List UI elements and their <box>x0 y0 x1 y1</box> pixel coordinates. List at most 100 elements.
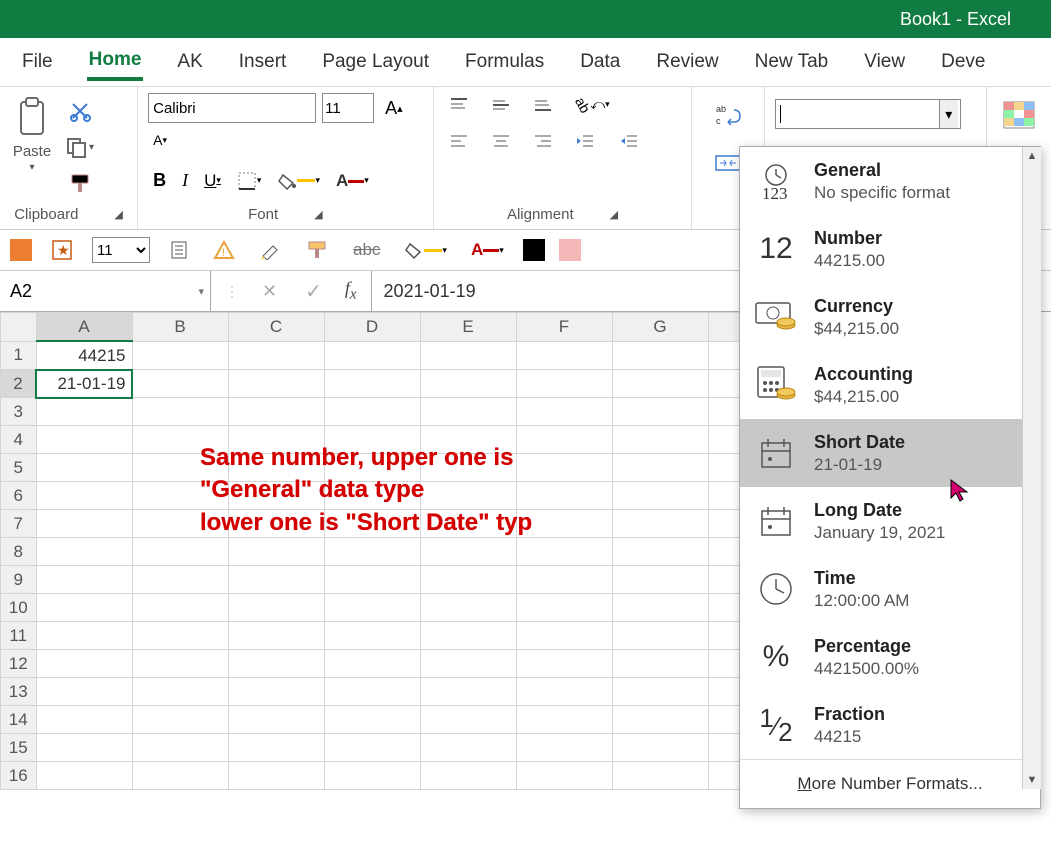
row-header-11[interactable]: 11 <box>1 622 37 650</box>
font-name-select[interactable] <box>148 93 316 123</box>
row-header-6[interactable]: 6 <box>1 482 37 510</box>
row-header-14[interactable]: 14 <box>1 706 37 734</box>
conditional-formatting-button[interactable] <box>997 97 1041 133</box>
cancel-formula-button[interactable]: ✕ <box>257 278 282 305</box>
paste-button[interactable] <box>10 93 54 141</box>
qat-color-orange[interactable] <box>10 239 32 261</box>
row-header-16[interactable]: 16 <box>1 762 37 790</box>
row-header-15[interactable]: 15 <box>1 734 37 762</box>
copy-button[interactable]: ▾ <box>60 133 99 161</box>
row-header-8[interactable]: 8 <box>1 538 37 566</box>
increase-indent-button[interactable] <box>614 130 644 152</box>
row-header-10[interactable]: 10 <box>1 594 37 622</box>
format-option-currency[interactable]: Currency $44,215.00 <box>740 283 1040 351</box>
col-header-d[interactable]: D <box>324 313 420 342</box>
tab-ak[interactable]: AK <box>175 45 204 79</box>
cell-a2[interactable]: 21-01-19 <box>36 370 132 398</box>
align-left-button[interactable] <box>444 130 472 152</box>
tab-page-layout[interactable]: Page Layout <box>320 45 431 79</box>
clipboard-launcher[interactable]: ◢ <box>114 208 122 221</box>
cut-button[interactable] <box>60 97 99 125</box>
qat-fontcolor2-button[interactable]: A ▾ <box>466 237 509 263</box>
format-option-accounting[interactable]: Accounting $44,215.00 <box>740 351 1040 419</box>
row-header-7[interactable]: 7 <box>1 510 37 538</box>
tab-developer[interactable]: Deve <box>939 45 987 79</box>
expand-handle[interactable]: ⋮ <box>225 283 239 300</box>
number-format-combo[interactable]: ▾ <box>775 99 961 129</box>
row-header-4[interactable]: 4 <box>1 426 37 454</box>
tab-view[interactable]: View <box>862 45 907 79</box>
align-middle-button[interactable] <box>486 94 514 116</box>
row-header-12[interactable]: 12 <box>1 650 37 678</box>
qat-strike-button[interactable]: abc <box>348 237 385 263</box>
paste-dropdown[interactable]: ▾ <box>29 162 34 173</box>
row-header-3[interactable]: 3 <box>1 398 37 426</box>
more-number-formats[interactable]: More Number Formats... <box>740 759 1040 808</box>
fill-color-button[interactable]: ▾ <box>272 168 325 194</box>
name-box[interactable]: A2 ▾ <box>0 271 211 311</box>
align-top-button[interactable] <box>444 94 472 116</box>
tab-data[interactable]: Data <box>578 45 622 79</box>
row-header-5[interactable]: 5 <box>1 454 37 482</box>
format-option-general[interactable]: 123 General No specific format <box>740 147 1040 215</box>
align-right-button[interactable] <box>528 130 556 152</box>
format-painter-button[interactable] <box>60 169 99 197</box>
font-launcher[interactable]: ◢ <box>314 208 322 221</box>
fx-icon[interactable]: fx <box>345 278 357 304</box>
scroll-down-arrow[interactable]: ▼ <box>1024 771 1041 789</box>
row-header-1[interactable]: 1 <box>1 341 37 370</box>
col-header-a[interactable]: A <box>36 313 132 342</box>
qat-form-button[interactable] <box>164 237 194 263</box>
bold-button[interactable]: B <box>148 167 171 194</box>
tab-file[interactable]: File <box>20 45 55 79</box>
format-option-shortdate[interactable]: Short Date 21-01-19 <box>740 419 1040 487</box>
row-header-13[interactable]: 13 <box>1 678 37 706</box>
row-header-2[interactable]: 2 <box>1 370 37 398</box>
decrease-font-button[interactable]: A▾ <box>148 129 172 151</box>
italic-button[interactable]: I <box>177 167 193 194</box>
format-option-time[interactable]: Time 12:00:00 AM <box>740 555 1040 623</box>
qat-highlight-button[interactable] <box>254 237 286 263</box>
number-format-dropdown-arrow[interactable]: ▾ <box>939 100 958 128</box>
format-option-percentage[interactable]: % Percentage 4421500.00% <box>740 623 1040 691</box>
font-color-button[interactable]: A ▾ <box>331 168 374 194</box>
col-header-f[interactable]: F <box>516 313 612 342</box>
format-option-fraction[interactable]: 1⁄2 Fraction 44215 <box>740 691 1040 759</box>
wrap-text-button[interactable]: abc <box>709 99 747 129</box>
align-bottom-button[interactable] <box>528 94 556 116</box>
col-header-b[interactable]: B <box>132 313 228 342</box>
qat-color-black[interactable] <box>523 239 545 261</box>
tab-formulas[interactable]: Formulas <box>463 45 546 79</box>
accept-formula-button[interactable]: ✓ <box>300 276 327 307</box>
group-alignment-label: Alignment <box>507 206 574 223</box>
qat-fill2-button[interactable]: ▾ <box>399 237 452 263</box>
alignment-launcher[interactable]: ◢ <box>610 208 618 221</box>
qat-color-pink[interactable] <box>559 239 581 261</box>
qat-brush-button[interactable] <box>300 237 334 263</box>
col-header-c[interactable]: C <box>228 313 324 342</box>
dropdown-scrollbar[interactable]: ▲ ▼ <box>1022 147 1041 789</box>
align-center-button[interactable] <box>486 130 514 152</box>
select-all-corner[interactable] <box>1 313 37 342</box>
format-option-number[interactable]: 12 Number 44215.00 <box>740 215 1040 283</box>
tab-insert[interactable]: Insert <box>237 45 289 79</box>
borders-button[interactable]: ▾ <box>232 168 267 194</box>
name-box-dropdown[interactable]: ▾ <box>198 285 204 298</box>
col-header-e[interactable]: E <box>420 313 516 342</box>
orientation-button[interactable]: ab⤺ ▾ <box>570 93 615 116</box>
qat-size-select[interactable]: 11 <box>92 237 150 263</box>
tab-review[interactable]: Review <box>654 45 720 79</box>
qat-warning-button[interactable]: ! <box>208 237 240 263</box>
increase-font-button[interactable]: A▴ <box>380 95 408 122</box>
tab-new-tab[interactable]: New Tab <box>753 45 831 79</box>
col-header-g[interactable]: G <box>612 313 708 342</box>
decrease-indent-button[interactable] <box>570 130 600 152</box>
row-header-9[interactable]: 9 <box>1 566 37 594</box>
format-option-longdate[interactable]: Long Date January 19, 2021 <box>740 487 1040 555</box>
tab-home[interactable]: Home <box>87 43 144 81</box>
font-size-select[interactable] <box>322 93 374 123</box>
underline-button[interactable]: U ▾ <box>199 168 226 194</box>
scroll-up-arrow[interactable]: ▲ <box>1024 147 1041 165</box>
qat-fav-button[interactable]: ★ <box>46 236 78 264</box>
cell-a1[interactable]: 44215 <box>36 341 132 370</box>
